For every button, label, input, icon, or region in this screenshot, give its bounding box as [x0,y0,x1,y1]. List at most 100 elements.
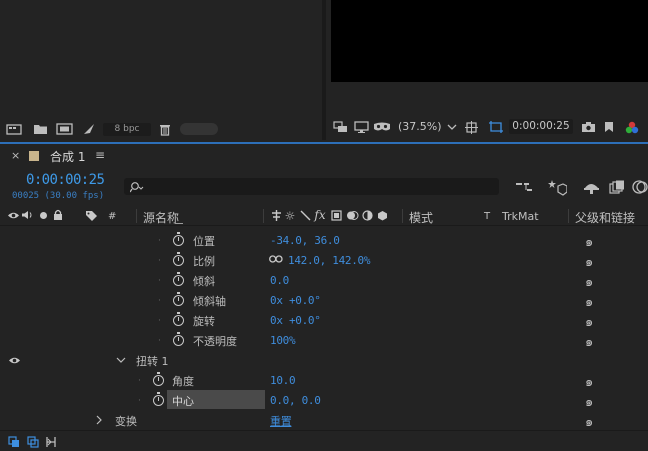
parent-pickwhip-icon[interactable]: ๑ [585,291,593,312]
property-value[interactable]: 0.0, 0.0 [270,394,321,407]
tab-composition[interactable]: 合成 1 [50,148,85,165]
search-icon [130,180,144,193]
chevron-down-icon[interactable] [446,121,458,133]
bpc-button[interactable]: 8 bpc [103,123,151,136]
column-separator [402,209,403,223]
frame-blending-icon[interactable] [608,179,626,195]
chevron-right-icon[interactable] [94,415,104,425]
new-folder-icon[interactable] [32,122,48,136]
stopwatch-icon[interactable] [173,292,184,306]
motion-blur-icon[interactable] [632,179,648,195]
property-value[interactable]: 10.0 [270,374,296,387]
layer-search-input[interactable] [124,178,499,195]
grid-guides-icon[interactable] [464,120,478,134]
property-row: · 位置 -34.0, 36.0 ๑ [0,230,648,250]
viewer-footer: (37.5%) 0:00:00:25 [326,116,648,138]
region-of-interest-icon[interactable] [487,119,504,134]
parent-pickwhip-icon[interactable]: ๑ [585,251,593,272]
viewer-timecode[interactable]: 0:00:00:25 [509,119,573,134]
adjustment-layer-icon[interactable] [361,209,373,222]
3d-layer-icon[interactable] [376,209,388,222]
stopwatch-icon[interactable] [173,252,184,266]
render-icon[interactable] [81,122,97,136]
project-footer: 8 bpc [0,118,322,140]
current-time[interactable]: 0:00:00:25 [26,172,105,188]
property-value[interactable]: 0x +0.0° [270,294,321,307]
solo-dot-icon[interactable] [37,209,49,221]
in-out-toggle-icon[interactable] [44,435,57,448]
effect-name[interactable]: 扭转 1 [136,353,169,369]
audio-speaker-icon[interactable] [21,209,34,221]
property-name: 角度 [172,375,194,388]
transfer-controls-toggle-icon[interactable] [26,435,39,448]
lock-icon[interactable] [52,208,64,221]
camera-snapshot-icon[interactable] [580,120,596,134]
quality-switch-icon[interactable] [299,209,311,222]
stopwatch-icon[interactable] [173,332,184,346]
video-eye-icon[interactable] [7,209,20,221]
stopwatch-icon[interactable] [173,272,184,286]
composition-color-swatch[interactable] [29,151,39,161]
indent-dot: · [138,396,141,406]
chevron-down-icon[interactable] [115,355,127,365]
parent-pickwhip-icon[interactable]: ๑ [585,331,593,352]
draft-3d-icon[interactable] [547,178,567,196]
parent-pickwhip-icon[interactable]: ๑ [585,271,593,292]
collapse-switch-icon[interactable]: ☼ [284,209,296,223]
indent-dot: · [158,256,161,266]
indent-dot: · [158,296,161,306]
label-tag-icon[interactable] [84,209,98,221]
composition-canvas[interactable] [331,0,648,82]
close-tab-icon[interactable]: × [11,149,20,162]
new-composition-icon[interactable] [55,122,73,136]
stopwatch-icon[interactable] [153,392,164,406]
monitor-icon[interactable] [353,120,369,134]
always-preview-icon[interactable] [332,120,348,134]
property-value[interactable]: 0.0 [270,274,289,287]
show-snapshot-icon[interactable] [602,120,616,134]
layer-switches-toggle-icon[interactable] [7,435,20,448]
interpret-footage-icon[interactable] [6,122,22,136]
property-value[interactable]: 142.0, 142.0% [288,254,371,267]
effect-fx-icon[interactable]: fx [313,208,327,222]
zoom-dropdown[interactable]: (37.5%) [398,120,442,133]
column-source-name[interactable]: 源名称 [143,209,179,226]
property-name[interactable]: 中心 [172,393,194,409]
effect-row[interactable]: 扭转 1 [0,350,648,370]
trash-icon[interactable] [158,122,172,136]
parent-pickwhip-icon[interactable]: ๑ [585,371,593,392]
column-parent-link[interactable]: 父级和链接 [575,209,635,226]
thumbnail-slider[interactable] [180,123,218,135]
parent-pickwhip-icon[interactable]: ๑ [585,231,593,252]
motion-blur-switch-icon[interactable] [345,209,359,222]
property-name: 倾斜 [193,275,215,288]
color-channels-icon[interactable] [624,120,640,134]
vr-mask-icon[interactable] [373,120,391,134]
property-value[interactable]: 100% [270,334,296,347]
constrain-proportions-link-icon[interactable] [269,253,283,265]
property-value[interactable]: 0x +0.0° [270,314,321,327]
column-mode[interactable]: 模式 [409,209,433,226]
comp-flowchart-icon[interactable] [514,179,534,195]
column-trkmat[interactable]: TrkMat [502,210,539,223]
parent-pickwhip-icon[interactable]: ๑ [585,391,593,412]
indent-dot: · [158,236,161,246]
stopwatch-icon[interactable] [173,312,184,326]
reset-link[interactable]: 重置 [270,413,292,429]
shy-layers-icon[interactable] [582,179,600,195]
transform-group-row[interactable]: 变换 重置 ๑ [0,410,648,430]
indent-dot: · [158,276,161,286]
stopwatch-icon[interactable] [173,232,184,246]
effect-eye-icon[interactable] [8,354,21,366]
property-value[interactable]: -34.0, 36.0 [270,234,340,247]
shy-switch-icon[interactable] [270,209,282,222]
property-name: 不透明度 [193,335,237,348]
group-name[interactable]: 变换 [115,413,137,429]
property-name: 倾斜轴 [193,295,226,308]
tab-menu-icon[interactable]: ≡ [95,148,105,162]
parent-pickwhip-icon[interactable]: ๑ [585,411,593,432]
column-separator [263,209,264,223]
frame-blend-switch-icon[interactable] [330,209,342,222]
stopwatch-icon[interactable] [153,372,164,386]
parent-pickwhip-icon[interactable]: ๑ [585,311,593,332]
